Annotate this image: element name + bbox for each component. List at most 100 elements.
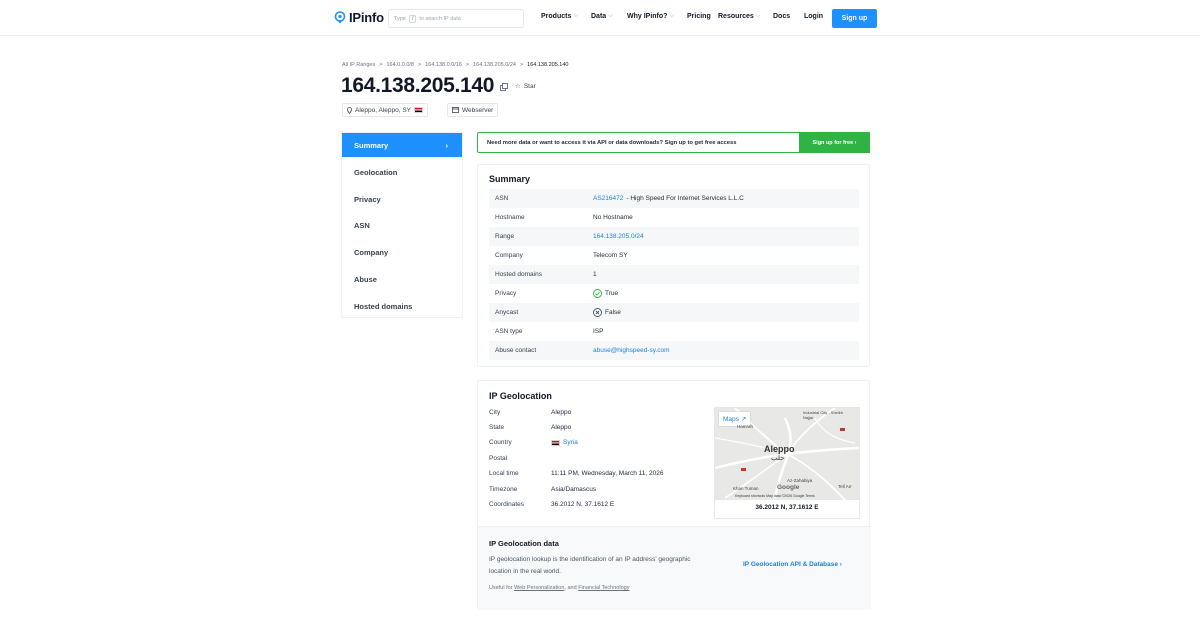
nav-docs[interactable]: Docs: [773, 13, 790, 20]
map-footer[interactable]: Keyboard shortcuts Map data ©2026 Google…: [735, 494, 815, 498]
nav-login[interactable]: Login: [804, 13, 823, 20]
summary-row-asn-type: ASN type ISP: [489, 322, 859, 341]
search-placeholder-post: to search IP data: [419, 15, 461, 22]
nav-login-label: Login: [804, 13, 824, 20]
geo-row-timezone: Timezone Asia/Damascus: [489, 486, 709, 501]
row-value: 11:11 PM, Wednesday, March 11, 2026: [551, 470, 664, 477]
nav-products[interactable]: Products ⌵: [541, 13, 578, 20]
nav-pricing-label: Pricing: [687, 13, 711, 20]
breadcrumb-range-8[interactable]: 164.0.0.0/8: [386, 62, 414, 68]
row-value: False: [593, 308, 621, 317]
row-key: ASN: [495, 195, 509, 202]
sidebar-item-hosted-domains[interactable]: Hosted domains: [342, 293, 462, 320]
logo-text: IPinfo: [349, 10, 384, 25]
useful-mid: , and: [564, 585, 579, 591]
asn-link[interactable]: AS216472: [593, 195, 623, 202]
nav-why-ipinfo[interactable]: Why IPinfo? ⌵: [627, 13, 674, 20]
chevron-right-icon: >: [379, 62, 383, 68]
row-key: Hosted domains: [495, 271, 542, 278]
signup-button[interactable]: Sign up: [832, 9, 877, 28]
sidebar-item-label: Geolocation: [354, 167, 398, 177]
geolocation-title: IP Geolocation: [489, 391, 552, 401]
range-link[interactable]: 164.138.205.0/24: [593, 233, 644, 240]
map-label-industrial: Industrial City - Sheikh Najjar: [803, 410, 844, 420]
sidebar-item-label: Company: [354, 248, 389, 258]
nav-data[interactable]: Data ⌵: [591, 13, 613, 20]
row-key: Abuse contact: [495, 347, 537, 354]
chevron-right-icon: >: [465, 62, 470, 68]
summary-row-asn: ASN AS216472 - High Speed For Internet S…: [489, 189, 859, 208]
geo-data-description: IP geolocation lookup is the identificat…: [489, 556, 691, 575]
breadcrumb-all-ranges[interactable]: All IP Ranges: [342, 62, 375, 68]
row-value: Asia/Damascus: [551, 486, 597, 493]
nav-pricing[interactable]: Pricing: [687, 13, 711, 20]
map-label-tell-arr: Tell Arr: [838, 484, 852, 489]
row-value: True: [593, 289, 618, 298]
sidebar-item-privacy[interactable]: Privacy: [342, 186, 462, 213]
row-key: ASN type: [495, 328, 523, 335]
geo-row-country: Country Syria: [489, 439, 709, 454]
search-input[interactable]: Type / to search IP data: [388, 9, 524, 28]
summary-title: Summary: [489, 174, 531, 184]
syria-flag-icon: [414, 107, 424, 113]
row-value: AS216472 - High Speed For Internet Servi…: [593, 195, 744, 202]
sidebar-item-summary[interactable]: Summary ›: [342, 133, 462, 157]
summary-row-hostname: Hostname No Hostname: [489, 208, 859, 227]
nav-data-label: Data: [591, 13, 607, 20]
summary-card: Summary ASN AS216472 - High Speed For In…: [477, 164, 870, 367]
breadcrumb-range-24[interactable]: 164.138.205.0/24: [473, 62, 516, 68]
row-value: Syria: [551, 439, 578, 446]
banner-text: Need more data or want to access it via …: [487, 139, 737, 146]
breadcrumb-range-16[interactable]: 164.138.0.0/16: [425, 62, 462, 68]
nav-products-label: Products: [541, 13, 572, 20]
summary-row-abuse: Abuse contact abuse@highspeed-sy.com: [489, 341, 859, 360]
abuse-email-link[interactable]: abuse@highspeed-sy.com: [593, 347, 670, 354]
breadcrumb: All IP Ranges > 164.0.0.0/8 > 164.138.0.…: [342, 62, 568, 68]
summary-row-company: Company Telecom SY: [489, 246, 859, 265]
geo-row-coordinates: Coordinates 36.2012 N, 37.1612 E: [489, 501, 709, 516]
financial-technology-link[interactable]: Financial Technology: [578, 585, 629, 591]
row-key: Country: [489, 439, 512, 446]
privacy-value: True: [605, 290, 619, 297]
signup-banner: Need more data or want to access it via …: [477, 132, 870, 153]
copy-icon[interactable]: [500, 83, 508, 91]
sidebar-item-abuse[interactable]: Abuse: [342, 266, 462, 293]
search-shortcut-key: /: [408, 14, 417, 23]
location-tag-label: Aleppo, Aleppo, SY: [355, 106, 412, 114]
map-widget: Maps ↗ Industrial City - Sheikh Najjar H…: [714, 407, 860, 519]
row-value: No Hostname: [593, 214, 633, 221]
chevron-down-icon: ⌵: [669, 13, 675, 19]
summary-row-anycast: Anycast False: [489, 303, 859, 322]
country-link[interactable]: Syria: [563, 439, 578, 446]
map-image[interactable]: Maps ↗ Industrial City - Sheikh Najjar H…: [715, 408, 859, 500]
geo-data-title: IP Geolocation data: [489, 539, 559, 548]
geo-row-state: State Aleppo: [489, 424, 709, 439]
row-value: Aleppo: [551, 409, 572, 416]
webserver-tag-label: Webserver: [462, 106, 494, 114]
sidebar-item-geolocation[interactable]: Geolocation: [342, 159, 462, 186]
geo-row-postal: Postal: [489, 455, 709, 470]
sidebar-item-asn[interactable]: ASN: [342, 213, 462, 240]
row-value: ISP: [593, 328, 604, 335]
top-header: IPinfo Type / to search IP data Products…: [0, 0, 1200, 36]
row-key: Company: [495, 252, 523, 259]
nav-resources[interactable]: Resources ⌵: [718, 13, 760, 20]
external-link-icon: ↗: [740, 416, 747, 423]
row-value: 1: [593, 271, 597, 278]
anycast-value: False: [605, 309, 621, 316]
ipinfo-logo[interactable]: IPinfo: [334, 10, 384, 25]
geo-data-useful-for: Useful for Web Personalization, and Fina…: [489, 585, 629, 591]
star-button[interactable]: ☆ Star: [515, 82, 536, 91]
signup-free-button[interactable]: Sign up for free ›: [799, 132, 870, 153]
row-key: Hostname: [495, 214, 525, 221]
web-personalization-link[interactable]: Web Personalization: [514, 585, 564, 591]
row-value: Telecom SY: [593, 252, 628, 259]
sidebar-item-label: Summary: [354, 140, 389, 150]
geo-row-city: City Aleppo: [489, 409, 709, 424]
map-coordinates: 36.2012 N, 37.1612 E: [755, 504, 819, 511]
location-pin-icon: [334, 11, 346, 24]
nav-docs-label: Docs: [773, 13, 791, 20]
webserver-tag: Webserver: [447, 103, 499, 117]
geolocation-api-link[interactable]: IP Geolocation API & Database ›: [743, 561, 842, 568]
sidebar-item-company[interactable]: Company: [342, 239, 462, 266]
